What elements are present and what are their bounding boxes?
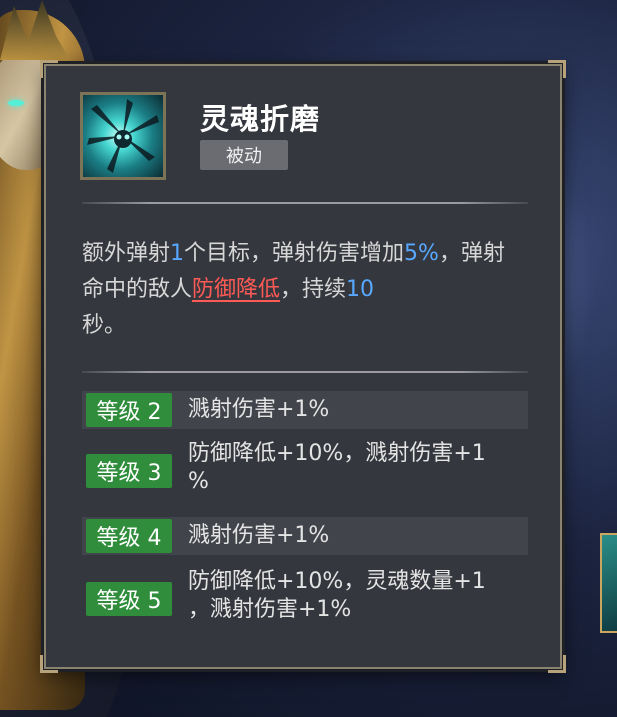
level-effect: 防御降低+10%，灵魂数量+1 ，溅射伤害+1%: [188, 568, 528, 624]
frame-corner: [548, 655, 566, 673]
soul-vortex-icon: [80, 92, 166, 180]
level-effect: 防御降低+10%，溅射伤害+1%: [188, 440, 528, 496]
desc-value-duration: 10: [346, 277, 375, 302]
level-row: 等级 5 防御降低+10%，灵魂数量+1 ，溅射伤害+1%: [82, 563, 528, 635]
divider: [82, 202, 528, 204]
desc-text: ，持续: [280, 277, 347, 302]
level-effect: 溅射伤害+1%: [188, 396, 528, 424]
level-badge: 等级 5: [86, 582, 172, 616]
level-effect: 溅射伤害+1%: [188, 522, 528, 550]
level-effect-line: 溅射伤害+1%: [188, 397, 330, 422]
level-row: 等级 3 防御降低+10%，溅射伤害+1%: [82, 435, 528, 507]
frame-corner: [40, 60, 58, 78]
skill-type-badge: 被动: [200, 140, 288, 170]
level-effect-line: 防御降低+10%，灵魂数量+1: [188, 569, 486, 594]
skill-name: 灵魂折磨: [200, 102, 321, 136]
level-effect-line: 溅射伤害+1%: [188, 523, 330, 548]
character-eye: [8, 100, 24, 106]
skill-tooltip: 灵魂折磨 被动 额外弹射1个目标，弹射伤害增加5%，弹射命中的敌人防御降低，持续…: [40, 60, 566, 673]
desc-value-targets: 1: [170, 241, 185, 266]
skill-description: 额外弹射1个目标，弹射伤害增加5%，弹射命中的敌人防御降低，持续10 秒。: [82, 236, 522, 344]
desc-text: 个目标，弹射伤害增加: [184, 241, 405, 266]
level-badge: 等级 3: [86, 454, 172, 488]
level-effect-line: %: [188, 469, 209, 494]
frame-corner: [40, 655, 58, 673]
frame-corner: [548, 60, 566, 78]
level-row: 等级 2 溅射伤害+1%: [82, 391, 528, 429]
desc-keyword-defense-down[interactable]: 防御降低: [192, 277, 280, 302]
level-effect-line: 防御降低+10%，溅射伤害+1: [188, 441, 486, 466]
desc-value-damage: 5%: [404, 241, 439, 266]
desc-text: 额外弹射: [82, 241, 171, 266]
desc-text: 秒。: [82, 313, 127, 338]
side-item-card[interactable]: [600, 533, 617, 633]
level-effect-line: ，溅射伤害+1%: [188, 597, 352, 622]
level-badge: 等级 4: [86, 519, 172, 553]
level-badge: 等级 2: [86, 393, 172, 427]
level-row: 等级 4 溅射伤害+1%: [82, 517, 528, 555]
divider: [82, 371, 528, 373]
